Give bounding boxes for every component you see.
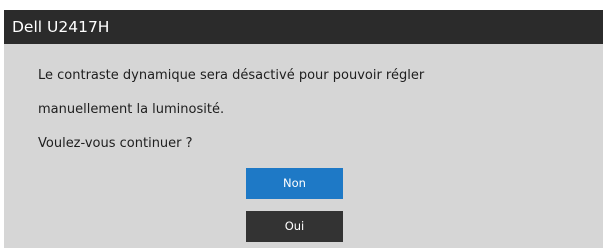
- message-line-3: Voulez-vous continuer ?: [38, 136, 193, 151]
- message-line-1: Le contraste dynamique sera désactivé po…: [38, 68, 425, 83]
- title-bar: Dell U2417H: [4, 10, 603, 44]
- osd-confirm-dialog: Dell U2417H Le contraste dynamique sera …: [4, 10, 603, 248]
- non-button[interactable]: Non: [246, 168, 343, 199]
- message-line-2: manuellement la luminosité.: [38, 102, 225, 117]
- oui-button[interactable]: Oui: [246, 211, 343, 242]
- window-title: Dell U2417H: [12, 18, 110, 36]
